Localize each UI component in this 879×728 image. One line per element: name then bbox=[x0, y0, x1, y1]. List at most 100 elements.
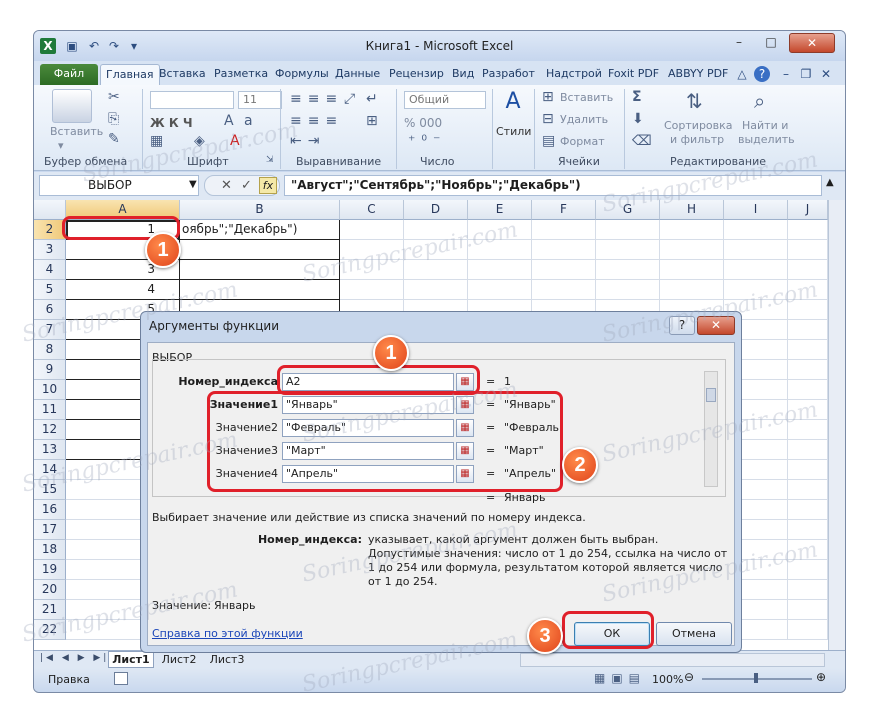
sort-filter-button[interactable]: Сортировка bbox=[664, 119, 733, 132]
row-header[interactable]: 4 bbox=[34, 260, 66, 280]
autosum-icon[interactable]: Σ bbox=[632, 89, 642, 105]
tab-data[interactable]: Данные bbox=[330, 64, 385, 85]
cancel-button[interactable]: Отмена bbox=[656, 622, 732, 646]
paste-button[interactable]: Вставить bbox=[50, 125, 103, 138]
row-header[interactable]: 9 bbox=[34, 360, 66, 380]
maximize-button[interactable]: □ bbox=[756, 33, 786, 53]
grid-cell[interactable] bbox=[340, 280, 404, 300]
grid-cell[interactable] bbox=[788, 600, 828, 620]
clear-icon[interactable]: ⌫ bbox=[632, 133, 652, 149]
grid-cell[interactable] bbox=[532, 280, 596, 300]
grid-cell[interactable] bbox=[660, 260, 724, 280]
grid-cell[interactable] bbox=[340, 220, 404, 240]
grid-cell[interactable] bbox=[788, 340, 828, 360]
cancel-icon[interactable]: ✕ bbox=[221, 178, 232, 193]
row-header[interactable]: 3 bbox=[34, 240, 66, 260]
column-header[interactable]: J bbox=[788, 200, 828, 220]
row-header[interactable]: 10 bbox=[34, 380, 66, 400]
number-format-combo[interactable]: Общий bbox=[404, 91, 486, 109]
horizontal-scrollbar[interactable] bbox=[520, 653, 825, 667]
tab-addins[interactable]: Надстрой bbox=[541, 64, 607, 85]
column-header[interactable]: C bbox=[340, 200, 404, 220]
vertical-scrollbar[interactable] bbox=[828, 200, 845, 650]
grid-cell[interactable] bbox=[788, 620, 828, 640]
minimize-button[interactable]: – bbox=[724, 33, 754, 53]
font-grow-icon[interactable]: A bbox=[224, 113, 234, 129]
grid-cell[interactable] bbox=[660, 220, 724, 240]
wrap-text-icon[interactable]: ↵ bbox=[366, 91, 378, 107]
format-cells-icon[interactable]: ▤ bbox=[542, 133, 555, 149]
row-header[interactable]: 20 bbox=[34, 580, 66, 600]
row-header[interactable]: 18 bbox=[34, 540, 66, 560]
zoom-out-icon[interactable]: ⊖ bbox=[684, 670, 694, 684]
find-select-icon[interactable]: ⌕ bbox=[754, 89, 765, 113]
column-header[interactable]: D bbox=[404, 200, 468, 220]
orientation-icon[interactable]: ⤢ bbox=[344, 91, 355, 107]
tab-insert[interactable]: Вставка bbox=[154, 64, 211, 85]
doc-minimize-icon[interactable]: – bbox=[778, 66, 794, 82]
row-header[interactable]: 13 bbox=[34, 440, 66, 460]
zoom-in-icon[interactable]: ⊕ bbox=[816, 670, 826, 684]
grid-cell[interactable] bbox=[788, 440, 828, 460]
grid-cell[interactable] bbox=[596, 280, 660, 300]
decimal-icons[interactable]: ⁺⁰⁻ bbox=[408, 133, 446, 149]
row-header[interactable]: 12 bbox=[34, 420, 66, 440]
close-button[interactable]: ✕ bbox=[789, 33, 835, 53]
grid-cell[interactable] bbox=[596, 240, 660, 260]
grid-cell[interactable] bbox=[468, 260, 532, 280]
grid-cell[interactable] bbox=[788, 480, 828, 500]
grid-cell[interactable] bbox=[788, 320, 828, 340]
macro-record-icon[interactable] bbox=[114, 672, 128, 685]
styles-button[interactable]: Стили bbox=[496, 125, 531, 138]
grid-cell[interactable] bbox=[660, 280, 724, 300]
select-all-corner[interactable] bbox=[34, 200, 66, 220]
bold-italic-underline-icons[interactable]: Ж К Ч bbox=[150, 116, 193, 130]
column-header[interactable]: I bbox=[724, 200, 788, 220]
grid-cell[interactable] bbox=[532, 220, 596, 240]
sheet-nav-icons[interactable]: |◀ ◀ ▶ ▶| bbox=[40, 653, 109, 663]
enter-icon[interactable]: ✓ bbox=[241, 178, 252, 193]
grid-cell[interactable] bbox=[788, 380, 828, 400]
tab-layout[interactable]: Разметка bbox=[209, 64, 273, 85]
grid-cell[interactable] bbox=[788, 580, 828, 600]
grid-cell[interactable] bbox=[788, 520, 828, 540]
column-header[interactable]: B bbox=[180, 200, 340, 220]
sort-filter-icon[interactable]: ⇅ bbox=[686, 89, 703, 113]
grid-cell[interactable] bbox=[404, 280, 468, 300]
row-header[interactable]: 11 bbox=[34, 400, 66, 420]
row-header[interactable]: 17 bbox=[34, 520, 66, 540]
tab-review[interactable]: Рецензир bbox=[384, 64, 449, 85]
horizontal-align-icons[interactable]: ≡≡≡ bbox=[290, 113, 343, 129]
view-mode-icons[interactable]: ▦▣▤ bbox=[594, 671, 646, 685]
insert-cells-button[interactable]: Вставить bbox=[560, 91, 613, 104]
copy-icon[interactable]: ⎘ bbox=[108, 111, 119, 127]
grid-cell[interactable] bbox=[724, 220, 788, 240]
ribbon-collapse-icon[interactable]: △ bbox=[734, 66, 750, 82]
number-format-icons[interactable]: % 000 bbox=[404, 116, 442, 130]
grid-cell[interactable] bbox=[788, 500, 828, 520]
column-header[interactable]: F bbox=[532, 200, 596, 220]
styles-icon[interactable]: A bbox=[500, 89, 526, 119]
grid-cell[interactable] bbox=[180, 240, 340, 260]
grid-cell[interactable] bbox=[660, 240, 724, 260]
tab-home[interactable]: Главная bbox=[100, 64, 160, 85]
row-header[interactable]: 16 bbox=[34, 500, 66, 520]
column-header[interactable]: E bbox=[468, 200, 532, 220]
insert-function-icon[interactable]: fx bbox=[259, 177, 277, 194]
grid-cell[interactable] bbox=[532, 240, 596, 260]
grid-cell[interactable] bbox=[788, 220, 828, 240]
vertical-align-icons[interactable]: ≡≡≡ bbox=[290, 91, 343, 107]
sheet-tab[interactable]: Лист1 bbox=[108, 651, 154, 668]
delete-cells-button[interactable]: Удалить bbox=[560, 113, 608, 126]
grid-cell[interactable] bbox=[532, 260, 596, 280]
sheet-tab[interactable]: Лист3 bbox=[204, 652, 250, 668]
grid-cell[interactable] bbox=[724, 240, 788, 260]
help-link[interactable]: Справка по этой функции bbox=[152, 627, 303, 640]
format-painter-icon[interactable]: ✎ bbox=[108, 131, 120, 147]
name-box-dropdown-icon[interactable]: ▼ bbox=[189, 179, 197, 190]
row-header[interactable]: 5 bbox=[34, 280, 66, 300]
paste-icon[interactable] bbox=[52, 89, 92, 123]
tab-developer[interactable]: Разработ bbox=[477, 64, 540, 85]
doc-close-icon[interactable]: ✕ bbox=[818, 66, 834, 82]
font-name-combo[interactable] bbox=[150, 91, 234, 109]
